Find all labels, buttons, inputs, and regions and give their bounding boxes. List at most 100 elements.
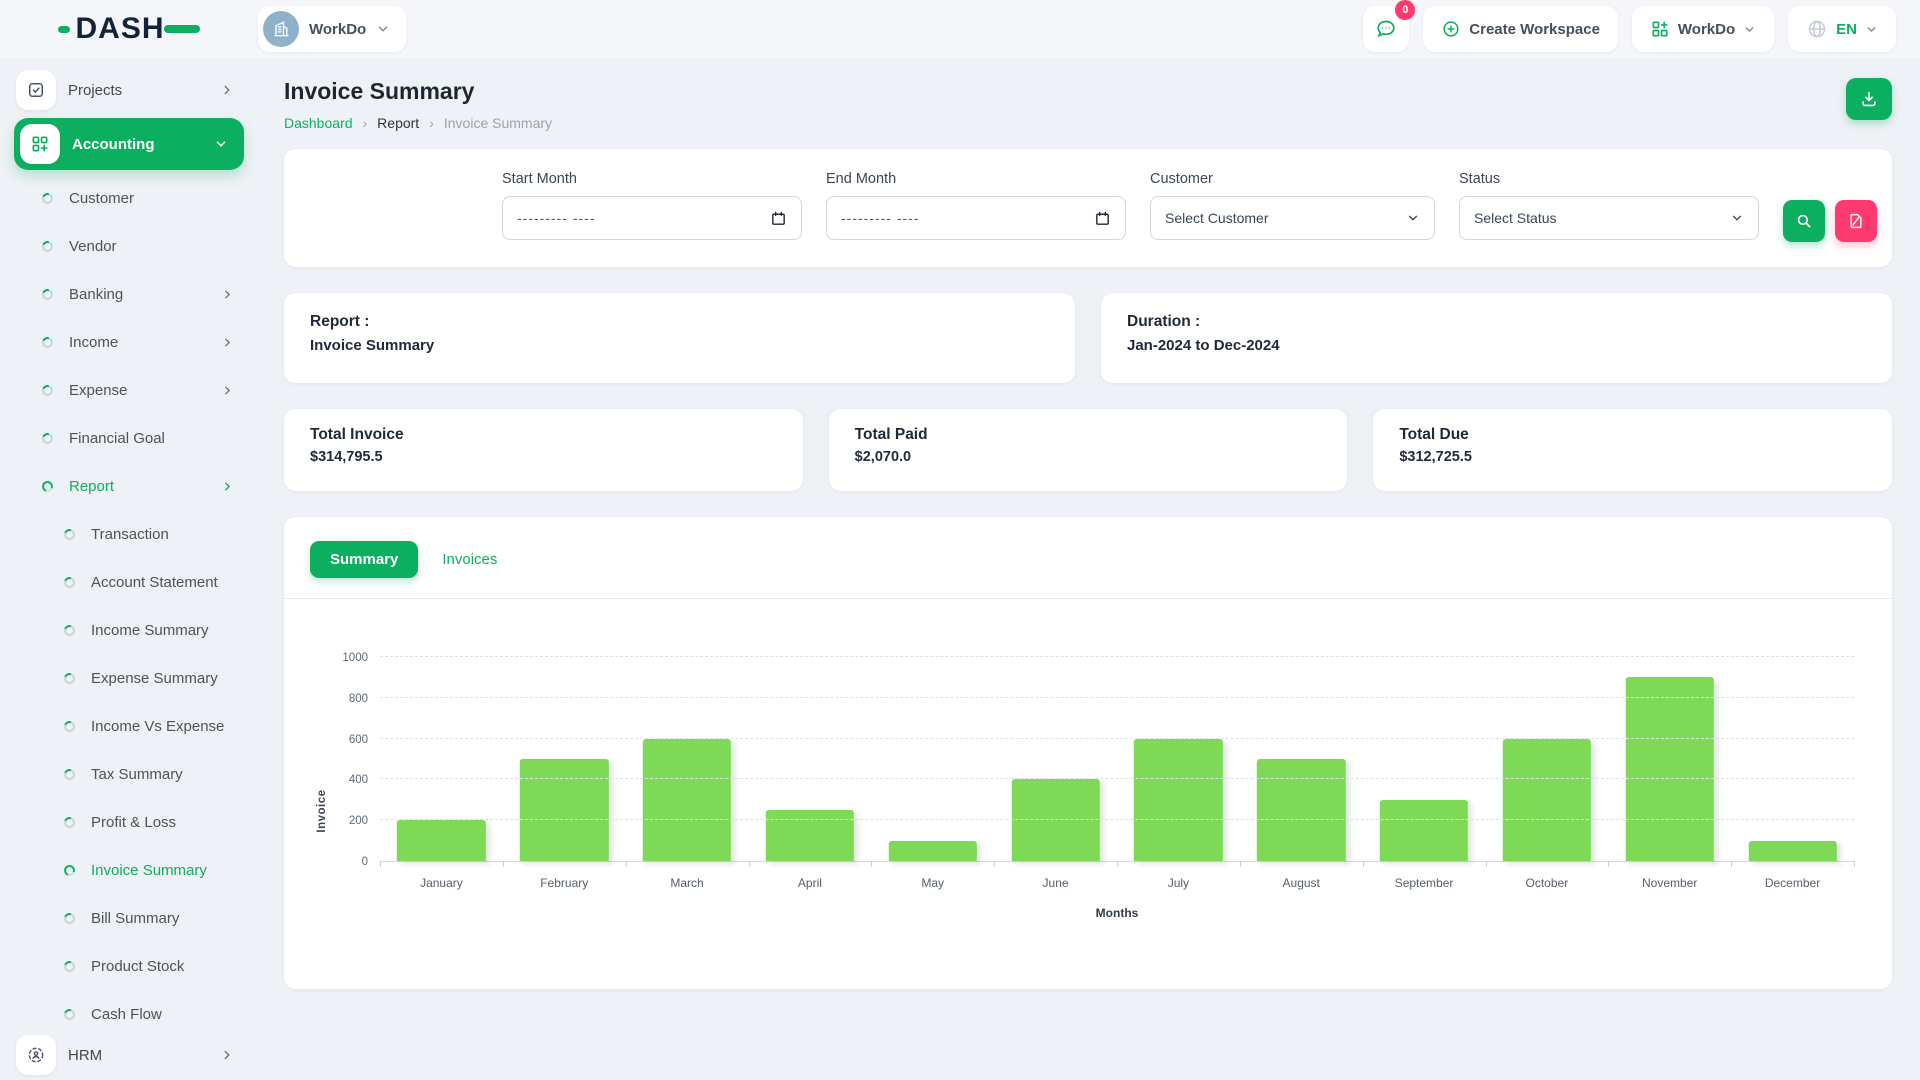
chevron-right-icon <box>221 384 234 397</box>
download-button[interactable] <box>1846 78 1892 120</box>
sidebar-item-bill-summary[interactable]: Bill Summary <box>0 894 258 942</box>
workdo-menu-button[interactable]: WorkDo <box>1632 6 1774 52</box>
chart-bar <box>889 841 977 861</box>
total-invoice-card: Total Invoice $314,795.5 <box>284 409 803 491</box>
total-due-value: $312,725.5 <box>1399 449 1866 465</box>
sidebar-item-label: Profit & Loss <box>91 814 176 831</box>
total-invoice-value: $314,795.5 <box>310 449 777 465</box>
x-axis-tick <box>1731 861 1732 867</box>
sidebar-item-expense-summary[interactable]: Expense Summary <box>0 654 258 702</box>
y-axis-tick-label: 0 <box>326 856 368 868</box>
sidebar-item-customer[interactable]: Customer <box>0 174 258 222</box>
breadcrumb-dashboard-link[interactable]: Dashboard <box>284 115 353 131</box>
chart-gridline <box>380 738 1854 739</box>
bullet-icon <box>62 575 77 590</box>
customer-label: Customer <box>1150 171 1435 187</box>
download-icon <box>1859 89 1879 109</box>
sidebar-item-transaction[interactable]: Transaction <box>0 510 258 558</box>
chart-bar <box>1011 779 1099 861</box>
chart-bar <box>643 739 731 861</box>
chevron-down-icon <box>376 22 390 36</box>
status-select-value: Select Status <box>1474 210 1730 226</box>
divider <box>284 598 1892 599</box>
chart-bar-slot <box>380 657 503 861</box>
sidebar-item-banking[interactable]: Banking <box>0 270 258 318</box>
start-month-input[interactable]: --------- ---- <box>502 196 802 240</box>
logo-dash-icon <box>58 26 70 33</box>
chart-bar <box>520 759 608 861</box>
chart-month-labels: JanuaryFebruaryMarchAprilMayJuneJulyAugu… <box>380 876 1854 890</box>
chart-bar-slot <box>503 657 626 861</box>
report-value: Invoice Summary <box>310 337 1049 354</box>
sidebar-item-product-stock[interactable]: Product Stock <box>0 942 258 990</box>
breadcrumb-separator: › <box>429 115 434 131</box>
sidebar-item-hrm[interactable]: HRM <box>14 1030 244 1080</box>
breadcrumb-report-link[interactable]: Report <box>377 115 419 131</box>
bullet-icon <box>62 863 77 878</box>
sidebar-item-projects[interactable]: Projects <box>14 66 244 114</box>
total-paid-value: $2,070.0 <box>855 449 1322 465</box>
workdo-menu-label: WorkDo <box>1678 21 1735 38</box>
x-axis-tick-label: February <box>503 876 626 890</box>
x-axis-tick-label: March <box>626 876 749 890</box>
sidebar-item-vendor[interactable]: Vendor <box>0 222 258 270</box>
language-selector[interactable]: EN <box>1788 6 1896 52</box>
chart-bar-slot <box>1608 657 1731 861</box>
bullet-icon <box>40 479 55 494</box>
checkbox-icon <box>16 70 56 110</box>
x-axis-tick <box>749 861 750 867</box>
create-workspace-button[interactable]: Create Workspace <box>1423 6 1618 52</box>
sidebar-item-tax-summary[interactable]: Tax Summary <box>0 750 258 798</box>
sidebar-item-label: Invoice Summary <box>91 862 207 879</box>
workspace-switcher[interactable]: WorkDo <box>258 6 406 52</box>
filter-card: Start Month --------- ---- End Month ---… <box>284 149 1892 267</box>
x-axis-tick-label: November <box>1608 876 1731 890</box>
start-month-placeholder: --------- ---- <box>517 210 770 226</box>
chart-plot: 02004006008001000 <box>380 657 1854 862</box>
end-month-input[interactable]: --------- ---- <box>826 196 1126 240</box>
tab-summary[interactable]: Summary <box>310 541 418 578</box>
bullet-icon <box>62 959 77 974</box>
bullet-icon <box>62 1007 77 1022</box>
sidebar-item-label: Income <box>69 334 118 351</box>
sidebar-item-accounting[interactable]: Accounting <box>14 118 244 170</box>
chevron-right-icon <box>220 83 234 97</box>
page-title: Invoice Summary <box>284 78 552 105</box>
language-label: EN <box>1836 21 1857 38</box>
sidebar-item-profit-loss[interactable]: Profit & Loss <box>0 798 258 846</box>
x-axis-tick <box>626 861 627 867</box>
status-select[interactable]: Select Status <box>1459 196 1759 240</box>
sidebar-item-financial-goal[interactable]: Financial Goal <box>0 414 258 462</box>
sidebar-item-expense[interactable]: Expense <box>0 366 258 414</box>
chart-bars <box>380 657 1854 861</box>
x-axis-tick-label: August <box>1240 876 1363 890</box>
sidebar-item-account-statement[interactable]: Account Statement <box>0 558 258 606</box>
chart-bar-slot <box>994 657 1117 861</box>
app-logo[interactable]: DASH <box>0 14 258 44</box>
chart-gridline <box>380 778 1854 779</box>
chevron-down-icon <box>1743 23 1756 36</box>
sidebar-item-income-vs-expense[interactable]: Income Vs Expense <box>0 702 258 750</box>
sidebar-item-report[interactable]: Report <box>0 462 258 510</box>
bullet-icon <box>62 671 77 686</box>
tab-invoices[interactable]: Invoices <box>428 541 511 578</box>
sidebar-item-label: Expense Summary <box>91 670 218 687</box>
search-button[interactable] <box>1783 200 1825 242</box>
x-axis-tick <box>380 861 381 867</box>
sidebar-item-income[interactable]: Income <box>0 318 258 366</box>
sidebar-item-income-summary[interactable]: Income Summary <box>0 606 258 654</box>
sidebar-item-label: Cash Flow <box>91 1006 162 1023</box>
bullet-icon <box>62 767 77 782</box>
user-scan-icon <box>16 1035 56 1075</box>
sidebar-item-invoice-summary[interactable]: Invoice Summary <box>0 846 258 894</box>
customer-select[interactable]: Select Customer <box>1150 196 1435 240</box>
x-axis-tick <box>1486 861 1487 867</box>
reset-filter-button[interactable] <box>1835 200 1877 242</box>
chart-bar-slot <box>1117 657 1240 861</box>
sidebar-nav: Projects Accounting Customer Vendor Bank… <box>0 58 258 1080</box>
y-axis-tick-label: 1000 <box>326 652 368 664</box>
chevron-right-icon <box>220 1048 234 1062</box>
messages-button[interactable]: 0 <box>1363 6 1409 52</box>
chevron-down-icon <box>1406 211 1420 225</box>
y-axis-tick-label: 800 <box>326 693 368 705</box>
